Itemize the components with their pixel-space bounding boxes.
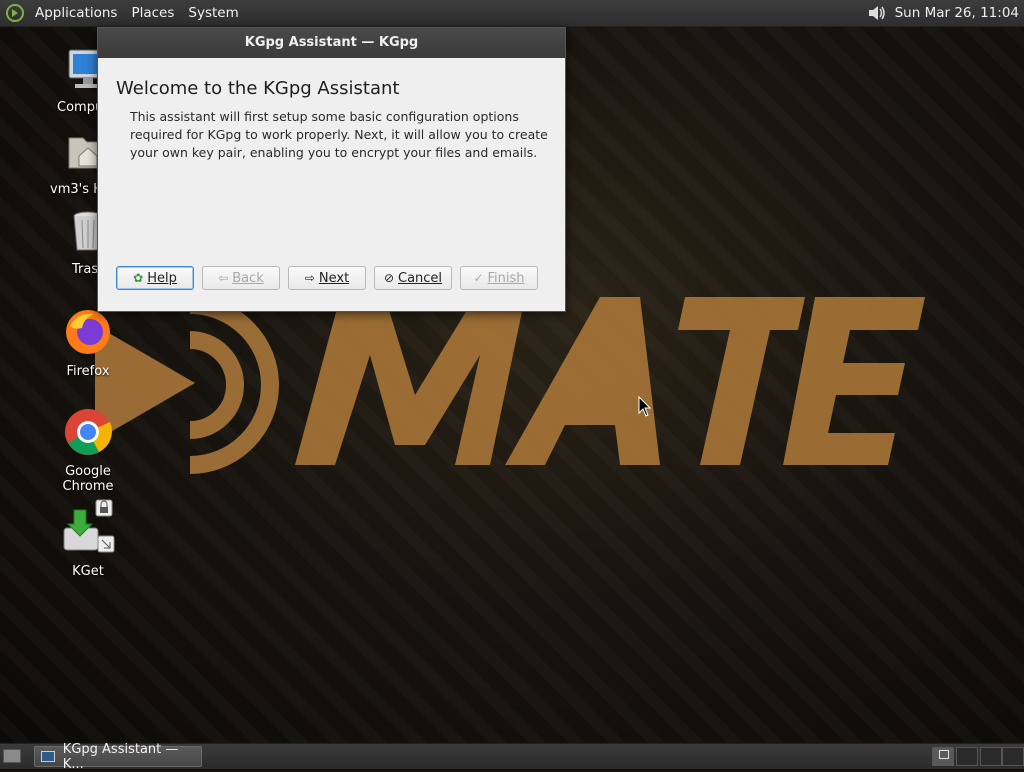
finish-button[interactable]: ✓ Finish (460, 266, 538, 290)
mate-wallpaper-logo (95, 296, 925, 474)
taskbar-item-label: KGpg Assistant — K... (62, 741, 179, 772)
dialog-description: This assistant will first setup some bas… (130, 109, 548, 160)
desktop-icon-label: Firefox (66, 364, 110, 379)
system-tray: Sun Mar 26, 11:04 (867, 4, 1024, 22)
cancel-icon: ⊘ (383, 271, 394, 285)
bottom-panel: KGpg Assistant — K... (0, 742, 1024, 772)
taskbar-item-kgpg[interactable]: KGpg Assistant — K... (34, 742, 202, 772)
finish-button-label: Finish (487, 270, 525, 286)
kgpg-assistant-dialog: KGpg Assistant — KGpg Welcome to the KGp… (97, 27, 566, 312)
back-button[interactable]: ⇦ Back (202, 266, 280, 290)
dialog-button-row: ✿ Help ⇦ Back ⇨ Next ⊘ Cancel ✓ Finish (116, 266, 546, 290)
clock[interactable]: Sun Mar 26, 11:04 (895, 5, 1019, 21)
next-arrow-icon: ⇨ (304, 271, 315, 285)
dialog-heading: Welcome to the KGpg Assistant (116, 78, 400, 99)
mate-menu-icon[interactable] (6, 4, 24, 22)
show-desktop-icon[interactable] (3, 749, 21, 763)
volume-icon[interactable] (867, 4, 887, 22)
menu-places[interactable]: Places (124, 5, 181, 21)
workspace-window-thumbnail (939, 750, 949, 759)
chrome-icon (65, 409, 112, 455)
help-button[interactable]: ✿ Help (116, 266, 194, 290)
checkmark-icon: ✓ (473, 271, 484, 285)
desktop-icon-chrome[interactable]: Google Chrome (38, 408, 138, 494)
kget-icon (63, 499, 115, 553)
window-icon (41, 751, 55, 762)
dialog-titlebar[interactable]: KGpg Assistant — KGpg (98, 28, 565, 58)
cancel-button-label: Cancel (398, 270, 443, 286)
workspace-1[interactable] (932, 747, 954, 766)
desktop-icon-label: KGet (72, 564, 104, 579)
mouse-cursor-icon (638, 396, 652, 417)
desktop-icon-kget[interactable]: KGet (38, 498, 138, 579)
menu-system[interactable]: System (181, 5, 245, 21)
help-icon: ✿ (133, 271, 144, 285)
top-panel: Applications Places System Sun Mar 26, 1… (0, 0, 1024, 27)
back-button-label: Back (232, 270, 264, 286)
workspace-4[interactable] (1002, 747, 1024, 766)
workspace-2[interactable] (956, 747, 978, 766)
menu-applications[interactable]: Applications (28, 5, 124, 21)
back-arrow-icon: ⇦ (218, 271, 229, 285)
next-button[interactable]: ⇨ Next (288, 266, 366, 290)
desktop-icon-label: Google Chrome (62, 464, 114, 494)
help-button-label: Help (147, 270, 177, 286)
cancel-button[interactable]: ⊘ Cancel (374, 266, 452, 290)
firefox-icon (66, 310, 110, 354)
desktop-icon-firefox[interactable]: Firefox (38, 308, 138, 379)
workspace-3[interactable] (980, 747, 1002, 766)
next-button-label: Next (318, 270, 350, 286)
